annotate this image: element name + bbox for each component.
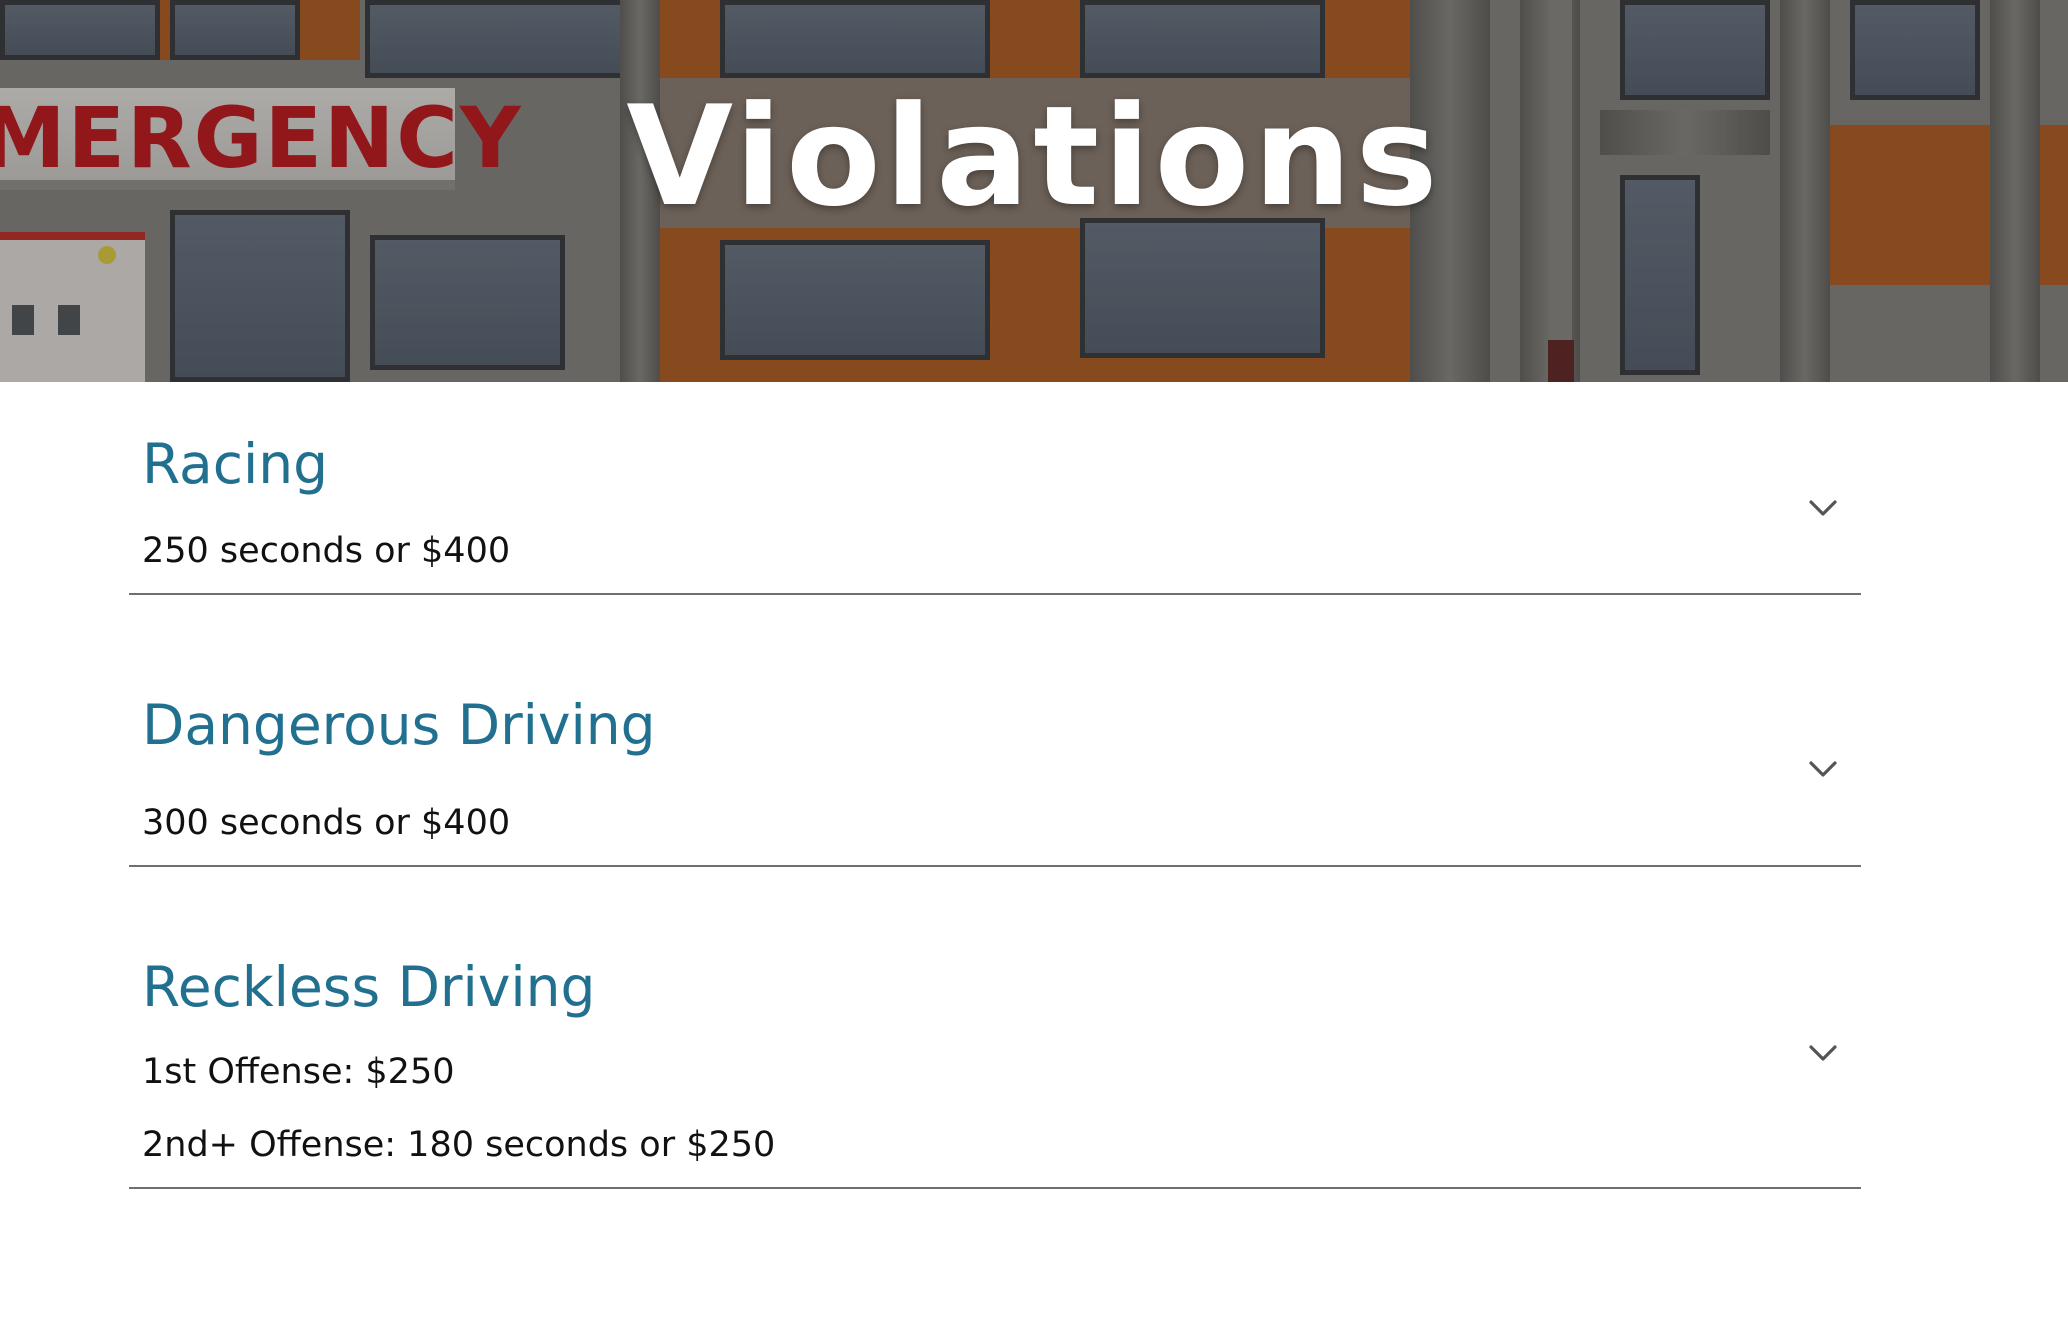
violation-title: Racing — [142, 432, 329, 496]
page-title: Violations — [626, 76, 1442, 237]
violation-penalty-repeat: 2nd+ Offense: 180 seconds or $250 — [142, 1125, 776, 1165]
violation-item-reckless-driving[interactable]: Reckless Driving 1st Offense: $250 2nd+ … — [129, 865, 1861, 1189]
violation-penalty-first: 1st Offense: $250 — [142, 1052, 455, 1092]
violation-item-racing[interactable]: Racing 250 seconds or $400 — [129, 382, 1861, 595]
chevron-down-icon[interactable] — [1805, 1035, 1841, 1071]
violation-title: Dangerous Driving — [142, 693, 656, 757]
violation-penalty: 250 seconds or $400 — [142, 531, 511, 571]
violation-item-dangerous-driving[interactable]: Dangerous Driving 300 seconds or $400 — [129, 593, 1861, 867]
chevron-down-icon[interactable] — [1805, 490, 1841, 526]
hero-banner: MERGENCY Violations — [0, 0, 2068, 382]
chevron-down-icon[interactable] — [1805, 751, 1841, 787]
violation-penalty: 300 seconds or $400 — [142, 803, 511, 843]
violation-title: Reckless Driving — [142, 955, 596, 1019]
